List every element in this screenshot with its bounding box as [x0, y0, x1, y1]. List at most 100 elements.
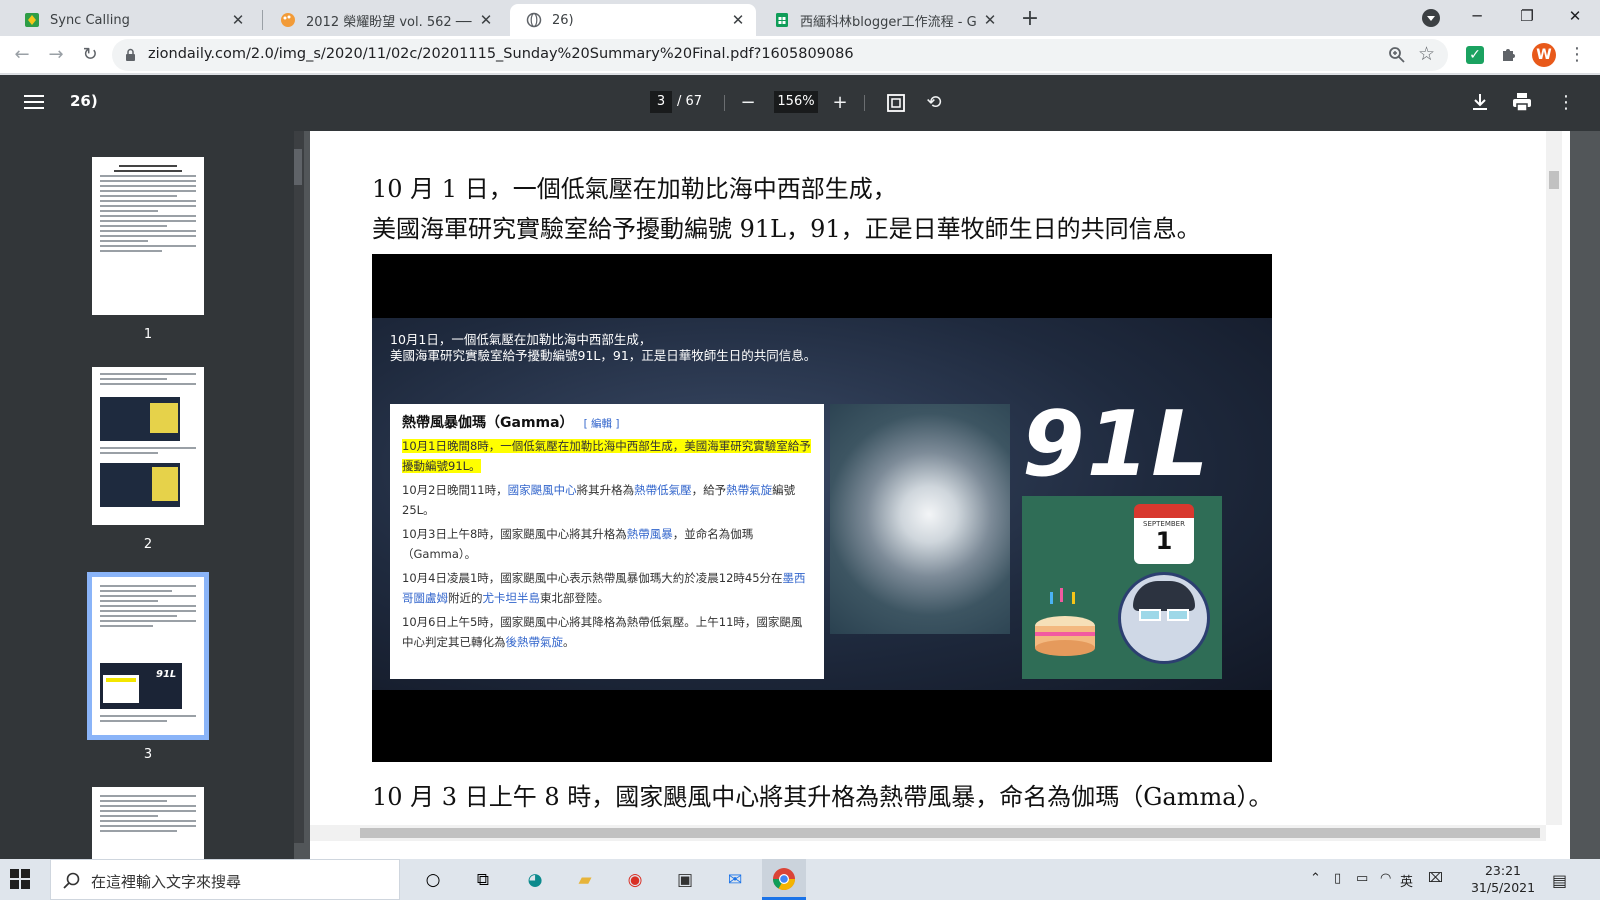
reload-icon[interactable]: ↻	[76, 41, 104, 69]
wiki-paragraph-5: 10月6日上午5時，國家颶風中心將其降格為熱帶低氣壓。上午11時，國家颶風中心判…	[402, 612, 812, 652]
page-text-line-2: 美國海軍研究實驗室給予擾動編號 91L，91，正是日華牧師生日的共同信息。	[372, 215, 1201, 243]
screen: Sync Calling ✕ 2012 榮耀盼望 vol. 562 ── 健康 …	[0, 0, 1600, 900]
tab-close-icon[interactable]: ✕	[730, 11, 746, 29]
zoom-level-input[interactable]: 156%	[774, 91, 818, 113]
scrollbar-thumb[interactable]	[360, 828, 1540, 838]
zoom-icon[interactable]	[1388, 46, 1406, 64]
text: 10月4日凌晨1時，國家颶風中心表示熱帶風暴伽瑪大約於凌晨12時45分在	[402, 571, 783, 585]
tab-pdf[interactable]: 26) ✕	[510, 4, 756, 36]
wiki-excerpt-box: 熱帶風暴伽瑪（Gamma） [ 編輯 ] 10月1日晚間8時，一個低氣壓在加勒比海…	[390, 404, 824, 679]
scrollbar-thumb[interactable]	[1549, 171, 1559, 189]
cortana-icon[interactable]: ○	[420, 867, 446, 893]
page-total: / 67	[677, 94, 703, 109]
thumbnail-page-1[interactable]	[92, 157, 204, 315]
slide-caption-line-1: 10月1日，一個低氣壓在加勒比海中西部生成，	[390, 332, 652, 347]
thumbnail-label: 1	[143, 327, 153, 342]
page-text-line-1: 10 月 1 日，一個低氣壓在加勒比海中西部生成，	[372, 175, 897, 203]
system-clock[interactable]: 23:21 31/5/2021	[1468, 862, 1538, 896]
thumbnail-page-3[interactable]: 91L	[87, 572, 209, 740]
mail-icon[interactable]: ✉	[722, 867, 748, 893]
tray-device-icon[interactable]: ▯	[1334, 871, 1341, 886]
store-icon[interactable]: ▣	[672, 867, 698, 893]
new-tab-button[interactable]: +	[1016, 6, 1044, 34]
rotate-icon[interactable]: ⟲	[920, 89, 948, 117]
fit-to-page-icon[interactable]	[886, 93, 906, 113]
notification-icon[interactable]: ▤	[1552, 871, 1567, 890]
task-view-icon[interactable]: ⧉	[470, 867, 496, 893]
pdf-content-area[interactable]: 10 月 1 日，一個低氣壓在加勒比海中西部生成， 美國海軍研究實驗室給予擾動編…	[294, 131, 1600, 859]
browser-toolbar: ← → ↻ ziondaily.com/2.0/img_s/2020/11/02…	[0, 36, 1600, 74]
sync-calling-favicon-icon	[25, 13, 39, 27]
tab-title: 2012 榮耀盼望 vol. 562 ── 健康	[306, 14, 472, 30]
text: 。	[563, 635, 575, 649]
tab-blogger[interactable]: 西緬科林blogger工作流程 - Goo ✕	[758, 4, 1008, 36]
link-text: 熱帶氣旋	[726, 483, 773, 497]
zoom-out-icon[interactable]: −	[734, 89, 762, 117]
sidebar-scrollbar[interactable]	[294, 131, 304, 843]
pdf-toolbar: 26) 3 / 67 − 156% + ⟲ ⋮	[0, 75, 1600, 131]
page-vertical-scrollbar[interactable]	[1546, 131, 1562, 825]
text: 將其升格為	[576, 483, 635, 497]
link-text: 熱帶低氣壓	[634, 483, 692, 497]
forward-arrow-icon[interactable]: →	[42, 41, 70, 69]
hamburger-menu-icon[interactable]	[24, 94, 44, 110]
check-extension-icon[interactable]: ✓	[1466, 46, 1484, 64]
wiki-title: 熱帶風暴伽瑪（Gamma） [ 編輯 ]	[402, 412, 812, 432]
taskbar-search-box[interactable]: 在這裡輸入文字來搜尋	[50, 859, 400, 900]
text: 10月2日晚間11時，	[402, 483, 508, 497]
browser-menu-icon[interactable]: ⋮	[1566, 44, 1588, 66]
download-icon[interactable]	[1472, 93, 1488, 111]
tab-close-icon[interactable]: ✕	[230, 11, 246, 29]
chrome-icon	[773, 868, 795, 890]
bookmark-star-icon[interactable]: ☆	[1418, 43, 1435, 65]
calendar-day: 1	[1155, 527, 1173, 555]
back-arrow-icon[interactable]: ←	[8, 41, 36, 69]
tab-strip: Sync Calling ✕ 2012 榮耀盼望 vol. 562 ── 健康 …	[0, 0, 1600, 36]
sheets-favicon-icon	[776, 13, 788, 27]
page-horizontal-scrollbar[interactable]	[310, 825, 1546, 841]
page-number-input[interactable]: 3	[650, 91, 672, 113]
restore-icon[interactable]: ❐	[1504, 0, 1550, 34]
tab-2012[interactable]: 2012 榮耀盼望 vol. 562 ── 健康 ✕	[264, 4, 504, 36]
zoom-in-icon[interactable]: +	[826, 89, 854, 117]
scrollbar-thumb[interactable]	[294, 149, 302, 185]
extensions-puzzle-icon[interactable]	[1500, 45, 1518, 63]
text: ，給予	[691, 483, 727, 497]
windows-start-icon[interactable]	[10, 869, 30, 889]
search-icon	[63, 872, 80, 889]
tab-close-icon[interactable]: ✕	[478, 11, 494, 29]
slide-image: 10月1日，一個低氣壓在加勒比海中西部生成， 美國海軍研究實驗室給予擾動編號91…	[372, 254, 1272, 762]
slide-caption-line-2: 美國海軍研究實驗室給予擾動編號91L，91，正是日華牧師生日的共同信息。	[390, 348, 817, 363]
tray-chevron-icon[interactable]: ⌃	[1310, 871, 1321, 886]
minimize-icon[interactable]: ─	[1454, 0, 1500, 34]
wifi-icon[interactable]: ◠	[1380, 871, 1391, 886]
page-text-line-3: 10 月 3 日上午 8 時，國家颶風中心將其升格為熱帶風暴，命名為伽瑪（Gam…	[372, 783, 1273, 811]
separator	[864, 95, 865, 111]
pdf-more-icon[interactable]: ⋮	[1552, 89, 1580, 117]
text: 東北部登陸。	[540, 591, 609, 605]
chrome-alt-icon[interactable]: ◉	[622, 867, 648, 893]
address-bar[interactable]: ziondaily.com/2.0/img_s/2020/11/02c/2020…	[112, 39, 1448, 71]
edge-icon[interactable]: ◕	[522, 867, 548, 893]
clock-date: 31/5/2021	[1470, 880, 1536, 895]
thumbnail-page-2[interactable]	[92, 367, 204, 525]
clock-time: 23:21	[1484, 863, 1522, 878]
profile-avatar[interactable]: W	[1532, 43, 1556, 67]
wiki-paragraph-4: 10月4日凌晨1時，國家颶風中心表示熱帶風暴伽瑪大約於凌晨12時45分在墨西哥圖…	[402, 568, 812, 608]
print-icon[interactable]	[1512, 92, 1532, 112]
pdf-page: 10 月 1 日，一個低氣壓在加勒比海中西部生成， 美國海軍研究實驗室給予擾動編…	[310, 131, 1570, 859]
hurricane-satellite-image	[830, 404, 1010, 634]
window-close-icon[interactable]: ✕	[1552, 0, 1598, 34]
tab-search-icon[interactable]	[1422, 9, 1440, 27]
tab-sync-calling[interactable]: Sync Calling ✕	[8, 4, 256, 36]
ime-mode-icon[interactable]: ⌧	[1428, 871, 1443, 886]
thumbnail-page-4[interactable]	[92, 787, 204, 859]
battery-icon[interactable]: ▭	[1356, 871, 1368, 886]
birthday-cake-icon	[1035, 588, 1095, 656]
ime-indicator[interactable]: 英	[1400, 871, 1413, 890]
text: 附近的	[448, 591, 483, 605]
file-explorer-icon[interactable]: ▰	[572, 867, 598, 893]
chrome-taskbar-button[interactable]	[762, 859, 806, 900]
tab-separator	[262, 10, 263, 30]
tab-close-icon[interactable]: ✕	[982, 11, 998, 29]
